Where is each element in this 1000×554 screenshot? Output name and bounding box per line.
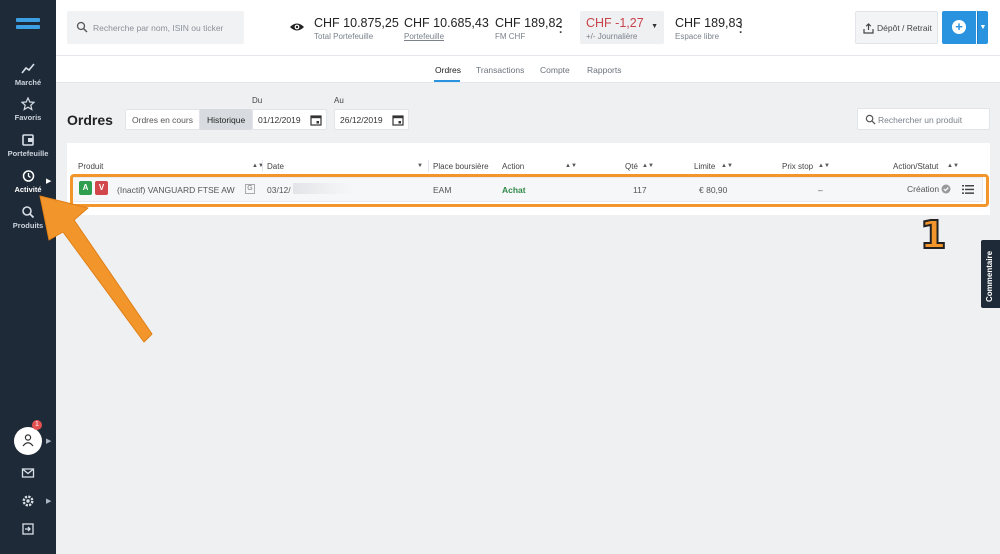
logout-icon[interactable] (21, 522, 35, 536)
column-header-exchange[interactable]: Place boursière (433, 162, 489, 171)
column-divider (262, 160, 263, 172)
sort-icon[interactable]: ▲▼ (947, 163, 959, 169)
column-header-action[interactable]: Action (502, 162, 524, 171)
caret-right-icon: ▶ (46, 438, 52, 445)
stat-label: +/- Journalière (586, 32, 638, 41)
date-to-field[interactable]: 26/12/2019 (334, 109, 409, 130)
mail-icon[interactable] (21, 466, 35, 480)
stat-daily-change[interactable]: CHF -1,27 +/- Journalière ▼ (580, 11, 664, 44)
date-to-value: 26/12/2019 (340, 115, 383, 125)
sort-icon[interactable]: ▲▼ (565, 163, 577, 169)
calendar-icon[interactable] (392, 114, 404, 126)
stat-total-portfolio: CHF 10.875,25 Total Portefeuille (314, 16, 399, 41)
tab-compte[interactable]: Compte (540, 65, 570, 75)
product-search-input[interactable] (878, 113, 986, 126)
stat-free-space: CHF 189,83 Espace libre (675, 16, 742, 41)
sub-navigation: Ordres Transactions Compte Rapports (56, 56, 1000, 83)
column-header-stop[interactable]: Prix stop (782, 162, 813, 171)
header: CHF 10.875,25 Total Portefeuille CHF 10.… (56, 0, 1000, 56)
tab-transactions[interactable]: Transactions (476, 65, 524, 75)
annotation-arrow-icon (39, 195, 153, 343)
date-from-field[interactable]: 01/12/2019 (252, 109, 327, 130)
caret-right-icon: ▶ (46, 498, 52, 505)
sort-icon[interactable]: ▲▼ (818, 163, 830, 169)
stat-label: Espace libre (675, 32, 720, 41)
avatar[interactable] (14, 427, 42, 455)
gear-icon[interactable] (21, 494, 35, 508)
search-icon (865, 114, 876, 125)
column-divider (428, 160, 429, 172)
notification-badge: 1 (32, 420, 42, 430)
deposit-label: Dépôt / Retrait (877, 23, 932, 33)
chevron-down-icon[interactable]: ▼ (977, 11, 988, 44)
stat-label: FM CHF (495, 32, 526, 41)
stat-value: CHF -1,27 (586, 16, 644, 30)
segment-history[interactable]: Historique (199, 109, 253, 130)
stat-value: CHF 10.685,43 (404, 16, 489, 30)
stat-fm-chf: CHF 189,82 FM CHF (495, 16, 562, 41)
column-header-qty[interactable]: Qté (625, 162, 638, 171)
column-header-date[interactable]: Date (267, 162, 284, 171)
plus-icon: + (952, 20, 966, 34)
annotation-number: 1 (919, 213, 947, 257)
stat-value: CHF 189,82 (495, 16, 563, 30)
column-header-limit[interactable]: Limite (694, 162, 715, 171)
product-search[interactable] (857, 108, 990, 130)
stat-value: CHF 189,83 (675, 16, 743, 30)
upload-icon (863, 23, 874, 34)
date-from-value: 01/12/2019 (258, 115, 301, 125)
sort-icon[interactable]: ▲▼ (721, 163, 733, 169)
more-vert-icon[interactable]: · · · (558, 16, 564, 38)
date-from-label: Du (252, 96, 263, 105)
stat-label-link[interactable]: Portefeuille (404, 32, 489, 41)
eye-icon[interactable] (289, 20, 305, 34)
calendar-icon[interactable] (310, 114, 322, 126)
chevron-down-icon: ▼ (651, 23, 658, 30)
stat-value: CHF 10.875,25 (314, 16, 399, 30)
sort-icon[interactable]: ▲▼ (642, 163, 654, 169)
date-to-label: Au (334, 96, 344, 105)
user-icon (22, 434, 34, 447)
comment-tab-label: Commentaire (985, 250, 994, 302)
deposit-withdraw-button[interactable]: Dépôt / Retrait (855, 11, 938, 44)
stat-portfolio[interactable]: CHF 10.685,43 Portefeuille (404, 16, 489, 41)
column-header-status[interactable]: Action/Statut (893, 162, 938, 171)
stat-label: Total Portefeuille (314, 32, 374, 41)
comment-tab[interactable]: Commentaire (981, 240, 1000, 308)
active-tab-indicator (434, 80, 460, 82)
tab-rapports[interactable]: Rapports (587, 65, 622, 75)
more-vert-icon[interactable]: · · · (738, 16, 744, 38)
new-order-button[interactable]: + (942, 11, 976, 44)
annotation-highlight (70, 174, 989, 207)
sort-desc-icon[interactable]: ▼ (417, 163, 423, 169)
tab-ordres[interactable]: Ordres (435, 65, 461, 75)
